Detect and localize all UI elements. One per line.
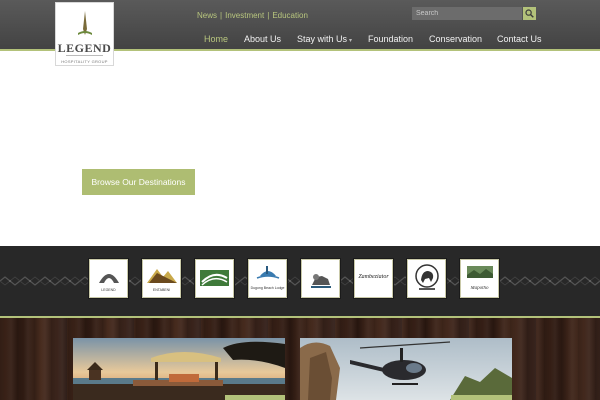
safari-animal-icon xyxy=(311,274,331,288)
search-box xyxy=(412,7,536,20)
helicopter-image xyxy=(300,338,512,400)
beach-lodge-image xyxy=(73,338,285,400)
photo-caption-tab[interactable] xyxy=(451,395,512,400)
brand-logo-7[interactable] xyxy=(407,259,446,298)
legend-emblem-icon xyxy=(99,274,119,283)
brand-logo-5[interactable] xyxy=(301,259,340,298)
logo-brand-text: LEGEND xyxy=(57,41,112,55)
nav-item-contact-us[interactable]: Contact Us xyxy=(497,34,542,44)
brand-logo-caption: LEGEND xyxy=(101,288,116,292)
brand-logo-caption: Mapotho xyxy=(470,286,489,291)
nav-item-foundation[interactable]: Foundation xyxy=(368,34,413,44)
nav-item-home[interactable]: Home xyxy=(204,34,228,44)
brand-logo-dugong-beach-lodge[interactable]: Dugong Beach Lodge xyxy=(248,259,287,298)
browse-destinations-button[interactable]: Browse Our Destinations xyxy=(82,169,195,195)
brand-logo-caption: Zambeziator xyxy=(358,274,389,280)
utility-link-news[interactable]: News xyxy=(197,11,217,20)
elephant-seal-icon xyxy=(415,264,439,290)
dugong-icon xyxy=(256,266,280,279)
brand-logo-caption: ENTABENI xyxy=(152,288,171,292)
brand-logo-entabeni[interactable]: ENTABENI xyxy=(142,259,181,298)
destination-photo-beach-lodge[interactable] xyxy=(73,338,285,400)
nav-item-conservation[interactable]: Conservation xyxy=(429,34,482,44)
chevron-down-icon: ▾ xyxy=(349,38,353,44)
utility-separator: | xyxy=(220,11,223,20)
logo-divider xyxy=(66,55,103,56)
brand-logo-zambezi[interactable]: Zambeziator xyxy=(354,259,393,298)
nav-item-stay-with-us-label: Stay with Us xyxy=(297,34,348,44)
logo[interactable]: LEGEND HOSPITALITY GROUP xyxy=(55,2,114,66)
utility-link-investment[interactable]: Investment xyxy=(225,11,264,20)
entabeni-mountain-icon xyxy=(147,269,177,283)
nav-item-about-us[interactable]: About Us xyxy=(244,34,281,44)
destination-photo-helicopter[interactable] xyxy=(300,338,512,400)
search-button[interactable] xyxy=(523,7,536,20)
utility-links: News | Investment | Education xyxy=(197,11,308,20)
brand-logo-mapotho[interactable]: Mapotho xyxy=(460,259,499,298)
brand-logo-3[interactable] xyxy=(195,259,234,298)
hero-area xyxy=(0,51,600,246)
search-input[interactable] xyxy=(412,7,522,20)
brand-logo-legend[interactable]: LEGEND xyxy=(89,259,128,298)
green-stripes-icon xyxy=(200,270,229,286)
logo-spire-icon xyxy=(78,11,92,35)
search-icon xyxy=(525,9,534,18)
logo-subtitle: HOSPITALITY GROUP xyxy=(61,59,108,64)
brand-logo-caption: Dugong Beach Lodge xyxy=(250,286,285,290)
utility-link-education[interactable]: Education xyxy=(272,11,308,20)
photo-caption-tab[interactable] xyxy=(225,395,285,400)
mapotho-scene-icon xyxy=(467,266,493,278)
nav-item-stay-with-us[interactable]: Stay with Us ▾ xyxy=(297,34,352,44)
